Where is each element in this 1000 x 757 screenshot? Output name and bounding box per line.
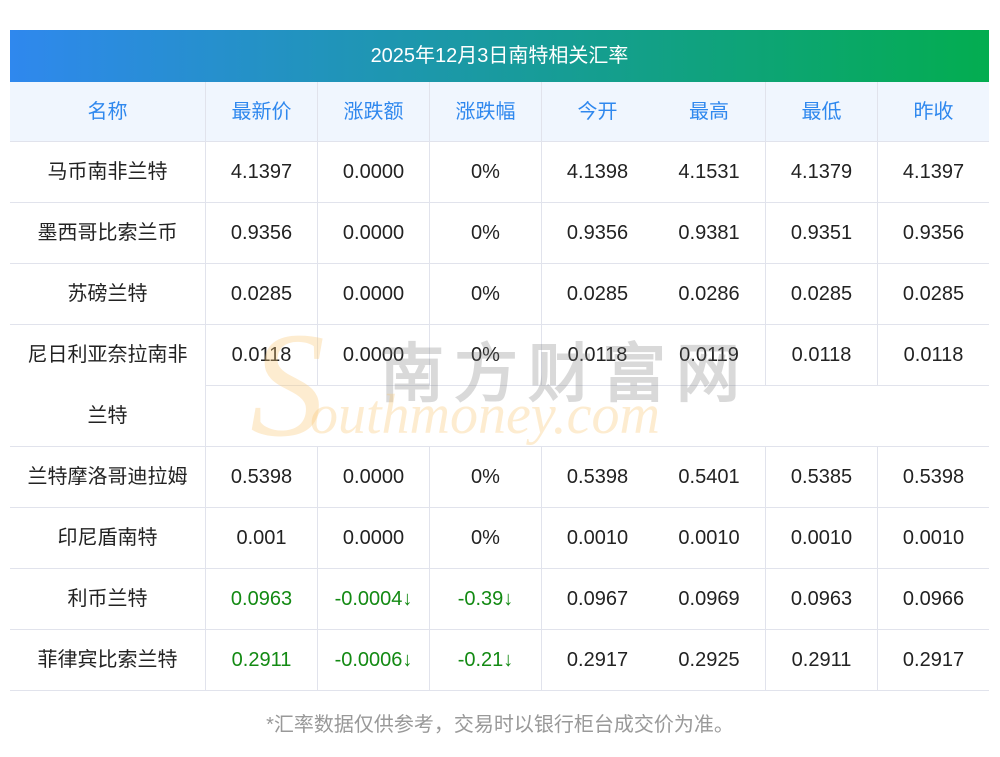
currency-name: 印尼盾南特: [10, 508, 205, 569]
rate-cell: 0.5401: [653, 447, 765, 508]
column-header: 涨跌幅: [429, 82, 541, 142]
rate-cell: 0.0963: [205, 569, 317, 630]
rate-cell: 0.0118: [877, 325, 989, 386]
rate-cell: -0.21↓: [429, 630, 541, 691]
rate-cell: 0.0963: [765, 569, 877, 630]
rate-cell: 0.0966: [877, 569, 989, 630]
exchange-rate-table: 名称 最新价 涨跌额 涨跌幅 今开 最高 最低 昨收 马币南非兰特 4.1397 0.0000 0% 4…: [10, 82, 989, 691]
rate-cell: 4.1379: [765, 142, 877, 203]
rate-cell: 0.2925: [653, 630, 765, 691]
rate-cell: 0.0969: [653, 569, 765, 630]
table-title: 2025年12月3日南特相关汇率: [10, 30, 989, 82]
rate-cell: 4.1397: [877, 142, 989, 203]
column-header: 名称: [10, 82, 205, 142]
rate-cell: -0.39↓: [429, 569, 541, 630]
rate-cell: -0.0006↓: [317, 630, 429, 691]
rate-cell: 0.5385: [765, 447, 877, 508]
rate-cell: 0.0286: [653, 264, 765, 325]
rate-cell: 0.0000: [317, 508, 429, 569]
currency-name: 菲律宾比索兰特: [10, 630, 205, 691]
rate-cell: 0.0285: [877, 264, 989, 325]
rate-cell: 0.0118: [205, 325, 317, 386]
currency-name: 苏磅兰特: [10, 264, 205, 325]
currency-name: 兰特摩洛哥迪拉姆: [10, 447, 205, 508]
rate-cell: 0.0000: [317, 264, 429, 325]
rate-cell: 0%: [429, 508, 541, 569]
rate-cell: 0%: [429, 264, 541, 325]
rate-cell: 4.1398: [541, 142, 653, 203]
rate-cell: 0.0010: [541, 508, 653, 569]
rate-cell: 0.9356: [541, 203, 653, 264]
column-header: 今开: [541, 82, 653, 142]
disclaimer-text: *汇率数据仅供参考，交易时以银行柜台成交价为准。: [266, 714, 734, 736]
currency-name: 利币兰特: [10, 569, 205, 630]
rate-cell: 0%: [429, 325, 541, 386]
rate-cell: 0.0010: [653, 508, 765, 569]
currency-name: 墨西哥比索兰币: [10, 203, 205, 264]
column-header: 涨跌额: [317, 82, 429, 142]
rate-cell: 0.0285: [205, 264, 317, 325]
rate-cell: 0.9381: [653, 203, 765, 264]
currency-name-line2: 兰特: [87, 405, 128, 427]
rate-cell: 0.2911: [765, 630, 877, 691]
currency-name: 马币南非兰特: [10, 142, 205, 203]
column-header: 最新价: [205, 82, 317, 142]
rate-cell: 0.9356: [877, 203, 989, 264]
column-header: 最低: [765, 82, 877, 142]
rate-cell: 0.0118: [541, 325, 653, 386]
rate-cell: 0.0285: [541, 264, 653, 325]
rate-cell: 0.5398: [541, 447, 653, 508]
rate-cell: 0.0010: [877, 508, 989, 569]
rate-cell: 0%: [429, 447, 541, 508]
rate-cell: 0.0000: [317, 447, 429, 508]
currency-name-line1: 尼日利亚奈拉南非: [27, 344, 188, 366]
rate-cell: 0.001: [205, 508, 317, 569]
rate-cell: 0.0000: [317, 203, 429, 264]
rate-cell: 0%: [429, 142, 541, 203]
rate-cell: 0.0010: [765, 508, 877, 569]
rate-cell: -0.0004↓: [317, 569, 429, 630]
rate-cell: 0.2911: [205, 630, 317, 691]
rate-cell: 0.2917: [541, 630, 653, 691]
rate-cell: 0.0119: [653, 325, 765, 386]
rate-cell: 0%: [429, 203, 541, 264]
rate-cell: 4.1531: [653, 142, 765, 203]
rate-cell: 0.5398: [877, 447, 989, 508]
empty-cell: [205, 386, 989, 447]
rate-cell: 0.2917: [877, 630, 989, 691]
rate-cell: 4.1397: [205, 142, 317, 203]
rate-cell: 0.0118: [765, 325, 877, 386]
rate-cell: 0.9356: [205, 203, 317, 264]
column-header: 最高: [653, 82, 765, 142]
currency-name: 尼日利亚奈拉南非 兰特: [10, 325, 205, 447]
rate-cell: 0.0967: [541, 569, 653, 630]
rate-cell: 0.0000: [317, 325, 429, 386]
rate-cell: 0.5398: [205, 447, 317, 508]
column-header: 昨收: [877, 82, 989, 142]
rate-cell: 0.0285: [765, 264, 877, 325]
rate-cell: 0.0000: [317, 142, 429, 203]
rate-cell: 0.9351: [765, 203, 877, 264]
